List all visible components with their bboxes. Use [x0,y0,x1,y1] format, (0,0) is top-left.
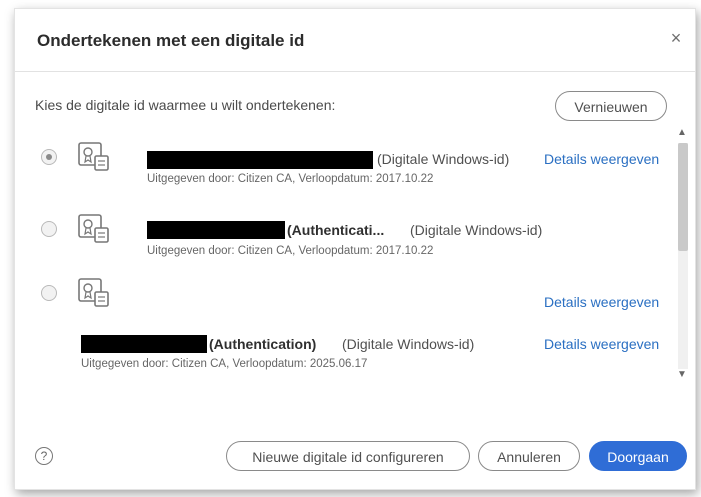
certificate-meta: Uitgegeven door: Citizen CA, Verloopdatu… [81,358,368,370]
chevron-up-icon[interactable]: ▲ [677,127,687,138]
details-link[interactable]: Details weergeven [544,294,659,310]
certificate-type: (Digitale Windows-id) [410,222,543,238]
certificate-list: (Digitale Windows-id) Details weergeven … [29,133,675,383]
help-icon[interactable]: ? [35,447,53,465]
certificate-radio[interactable] [41,285,57,301]
certificate-meta: Uitgegeven door: Citizen CA, Verloopdatu… [147,173,434,185]
details-link[interactable]: Details weergeven [544,336,659,352]
configure-new-id-button[interactable]: Nieuwe digitale id configureren [226,441,470,471]
certificate-name: (Authenticati... [287,222,385,238]
redacted-name [147,151,373,169]
certificate-icon [78,278,109,307]
certificate-icon [78,214,109,243]
certificate-meta: Uitgegeven door: Citizen CA, Verloopdatu… [147,245,434,257]
chevron-down-icon[interactable]: ▼ [677,369,687,380]
dialog-titlebar: Ondertekenen met een digitale id × [15,9,695,72]
cancel-button[interactable]: Annuleren [478,441,580,471]
sign-dialog: Ondertekenen met een digitale id × Kies … [14,8,696,490]
redacted-name [147,221,285,239]
dialog-title: Ondertekenen met een digitale id [37,31,305,50]
scroll-thumb[interactable] [678,143,688,251]
instruction-text: Kies de digitale id waarmee u wilt onder… [35,97,336,113]
certificate-radio[interactable] [41,149,57,165]
certificate-icon [78,142,109,171]
refresh-button[interactable]: Vernieuwen [555,91,667,121]
certificate-radio[interactable] [41,221,57,237]
certificate-type: (Digitale Windows-id) [377,151,510,167]
list-scrollbar[interactable]: ▲ ▼ [675,127,689,385]
close-icon[interactable]: × [665,27,687,49]
redacted-name [81,335,207,353]
certificate-name: (Authentication) [209,336,317,352]
certificate-type: (Digitale Windows-id) [342,336,475,352]
details-link[interactable]: Details weergeven [544,151,659,167]
continue-button[interactable]: Doorgaan [589,441,687,471]
